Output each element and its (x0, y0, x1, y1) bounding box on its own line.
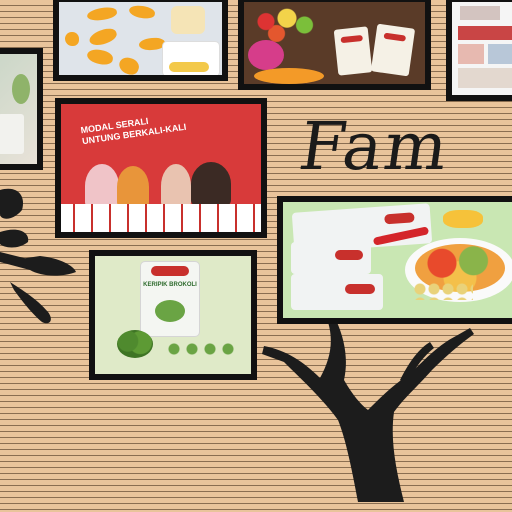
photo-frame-left-partial (0, 48, 43, 170)
snack-platter-photo (283, 202, 512, 318)
mango-chip (128, 4, 156, 20)
photo-frame-fruit-tray (238, 0, 431, 90)
photo-frame-snack-platter (277, 196, 512, 324)
product-row (61, 204, 261, 232)
mango-chip (138, 36, 166, 52)
wall-text: Fam (294, 108, 455, 185)
product-pack (291, 242, 371, 274)
banner-text: MODAL SERALI UNTUNG BERKALI-KALI (79, 115, 187, 147)
broccoli (117, 330, 153, 358)
product-bag (370, 23, 416, 77)
papaya-slice (254, 68, 324, 84)
photo-frame-broccoli-pack: KERIPIK BROKOLI (89, 250, 257, 380)
dragon-fruit (248, 40, 284, 70)
product-package: KERIPIK BROKOLI (141, 262, 199, 336)
product-bag (333, 26, 373, 76)
mango-chip (86, 5, 118, 23)
person (117, 166, 149, 208)
mango-chip (85, 47, 115, 67)
fruit-tray-photo (244, 2, 425, 84)
person (85, 164, 119, 208)
photo-frame-mango-chips (53, 0, 228, 81)
photo-frame-team-banner: MODAL SERALI UNTUNG BERKALI-KALI (55, 98, 267, 238)
broccoli-pack-photo: KERIPIK BROKOLI (95, 256, 251, 374)
broccoli-bits (165, 342, 235, 356)
mango-chip (116, 55, 142, 75)
collage-photo (452, 2, 512, 95)
team-banner-photo: MODAL SERALI UNTUNG BERKALI-KALI (61, 104, 261, 232)
plant-leaves (12, 74, 30, 104)
yellow-chips (443, 210, 483, 228)
mango-chip (87, 25, 119, 49)
left-partial-photo (0, 54, 37, 164)
package-label: KERIPIK BROKOLI (143, 282, 197, 288)
product-pack (291, 274, 383, 310)
person (191, 162, 231, 206)
photo-frame-right-collage (446, 0, 512, 101)
mango-chips-photo (59, 2, 222, 75)
product-pack (0, 114, 24, 154)
mango-chip (65, 32, 79, 46)
person (161, 164, 191, 208)
product-pack (163, 42, 219, 75)
fruit-pile (252, 8, 322, 42)
banana-chips (413, 282, 473, 300)
glass-jar (171, 6, 205, 34)
